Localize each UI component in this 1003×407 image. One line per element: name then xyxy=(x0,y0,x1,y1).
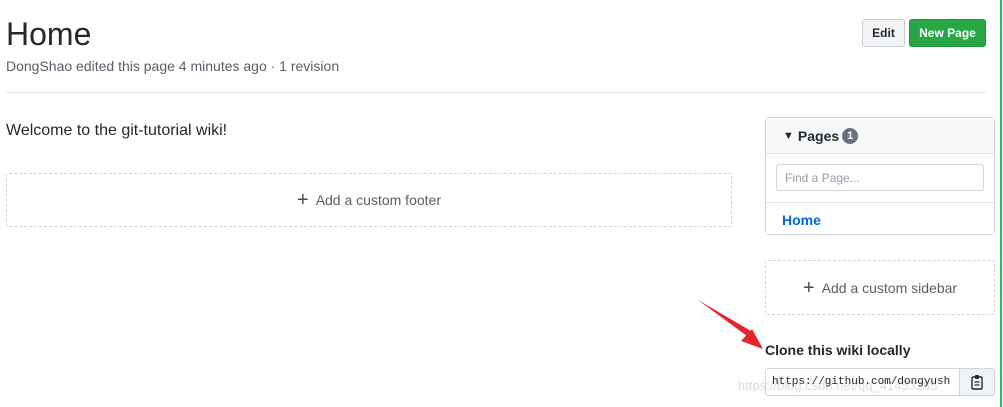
add-custom-footer-button[interactable]: + Add a custom footer xyxy=(6,173,732,227)
edit-history[interactable]: DongShao edited this page 4 minutes ago … xyxy=(6,58,339,74)
plus-icon: + xyxy=(802,276,815,299)
clone-wiki-heading: Clone this wiki locally xyxy=(765,342,911,358)
pages-panel: ▼ Pages 1 Home xyxy=(765,117,995,235)
pages-title: Pages xyxy=(797,127,840,144)
add-sidebar-label: Add a custom sidebar xyxy=(821,279,958,296)
pages-toggle[interactable]: ▼ Pages 1 xyxy=(766,118,994,154)
clone-url-group xyxy=(765,368,995,396)
find-page-input[interactable] xyxy=(776,164,984,191)
plus-icon: + xyxy=(297,189,309,211)
wiki-body-text: Welcome to the git-tutorial wiki! xyxy=(6,122,228,139)
triangle-down-icon: ▼ xyxy=(783,129,794,142)
clone-url-input[interactable] xyxy=(765,368,959,396)
add-custom-sidebar-button[interactable]: + Add a custom sidebar xyxy=(765,260,995,315)
new-page-button[interactable]: New Page xyxy=(909,19,986,47)
clippy-icon xyxy=(971,375,983,390)
find-page-container xyxy=(766,154,994,203)
pages-count-badge: 1 xyxy=(842,127,859,144)
page-title: Home xyxy=(6,16,92,52)
window-edge xyxy=(1000,0,1002,407)
page-link-home[interactable]: Home xyxy=(782,212,821,228)
edit-button[interactable]: Edit xyxy=(862,19,905,47)
copy-url-button[interactable] xyxy=(959,368,995,396)
header-divider xyxy=(6,92,986,93)
add-footer-label: Add a custom footer xyxy=(315,192,441,208)
